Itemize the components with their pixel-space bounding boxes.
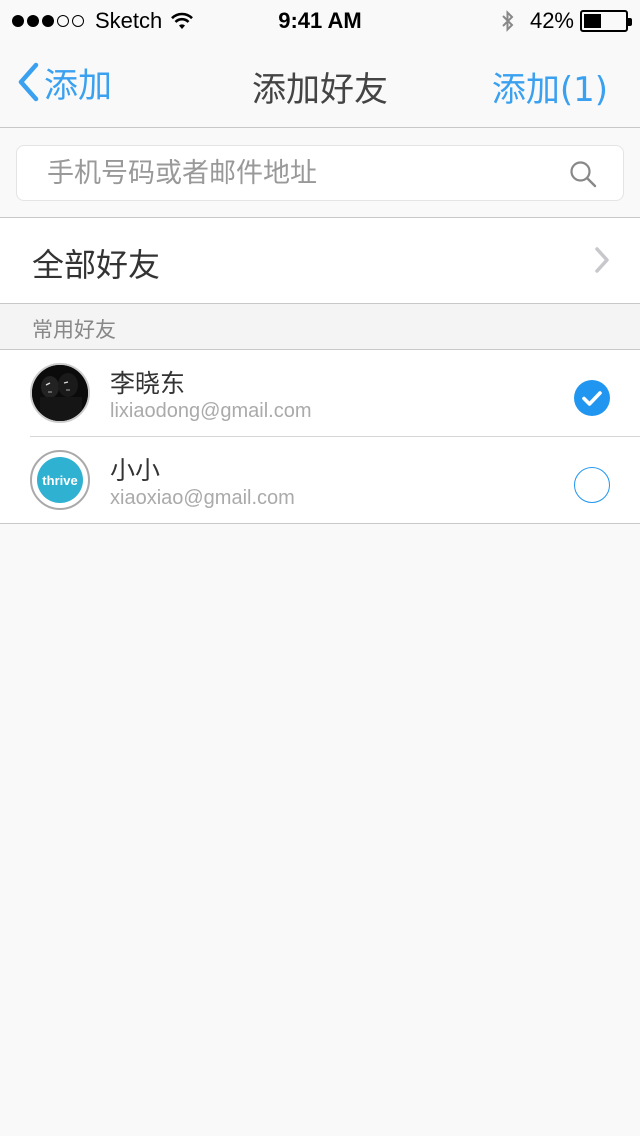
battery-tip (628, 18, 632, 26)
avatar (30, 363, 90, 423)
all-friends-row[interactable]: 全部好友 (0, 218, 640, 304)
search-box (16, 145, 624, 201)
battery-icon (580, 10, 632, 32)
avatar: thrive (30, 450, 90, 510)
friend-name: 小小 (110, 456, 161, 485)
list-item[interactable]: thrive 小小 xiaoxiao@gmail.com (0, 437, 640, 523)
section-header: 常用好友 (0, 304, 640, 350)
section-title: 常用好友 (32, 318, 116, 342)
add-confirm-button[interactable]: 添加(1) (492, 62, 608, 111)
battery-percent: 42% (529, 8, 574, 33)
search-bar (0, 128, 640, 218)
selected-checkmark[interactable] (574, 380, 610, 416)
checkmark-icon (582, 391, 602, 406)
list-item[interactable]: 李晓东 lixiaodong@gmail.com (0, 350, 640, 437)
thrive-logo: thrive (37, 457, 83, 503)
search-input[interactable] (47, 146, 547, 200)
search-icon[interactable] (569, 160, 597, 188)
chevron-right-icon (595, 247, 609, 273)
bluetooth-icon (502, 10, 514, 32)
unselected-checkbox[interactable] (574, 467, 610, 503)
status-bar: Sketch 9:41 AM 42% (0, 0, 640, 40)
battery-level (584, 14, 601, 28)
navigation-bar: 添加 添加好友 添加(1) (0, 40, 640, 128)
status-right: 42% (500, 8, 632, 34)
friend-list: 李晓东 lixiaodong@gmail.com thrive 小小 xiaox… (0, 350, 640, 524)
all-friends-label: 全部好友 (32, 246, 161, 284)
friend-name: 李晓东 (110, 369, 186, 398)
avatar-photo (32, 365, 88, 421)
friend-email: lixiaodong@gmail.com (110, 400, 312, 422)
friend-email: xiaoxiao@gmail.com (110, 487, 295, 509)
